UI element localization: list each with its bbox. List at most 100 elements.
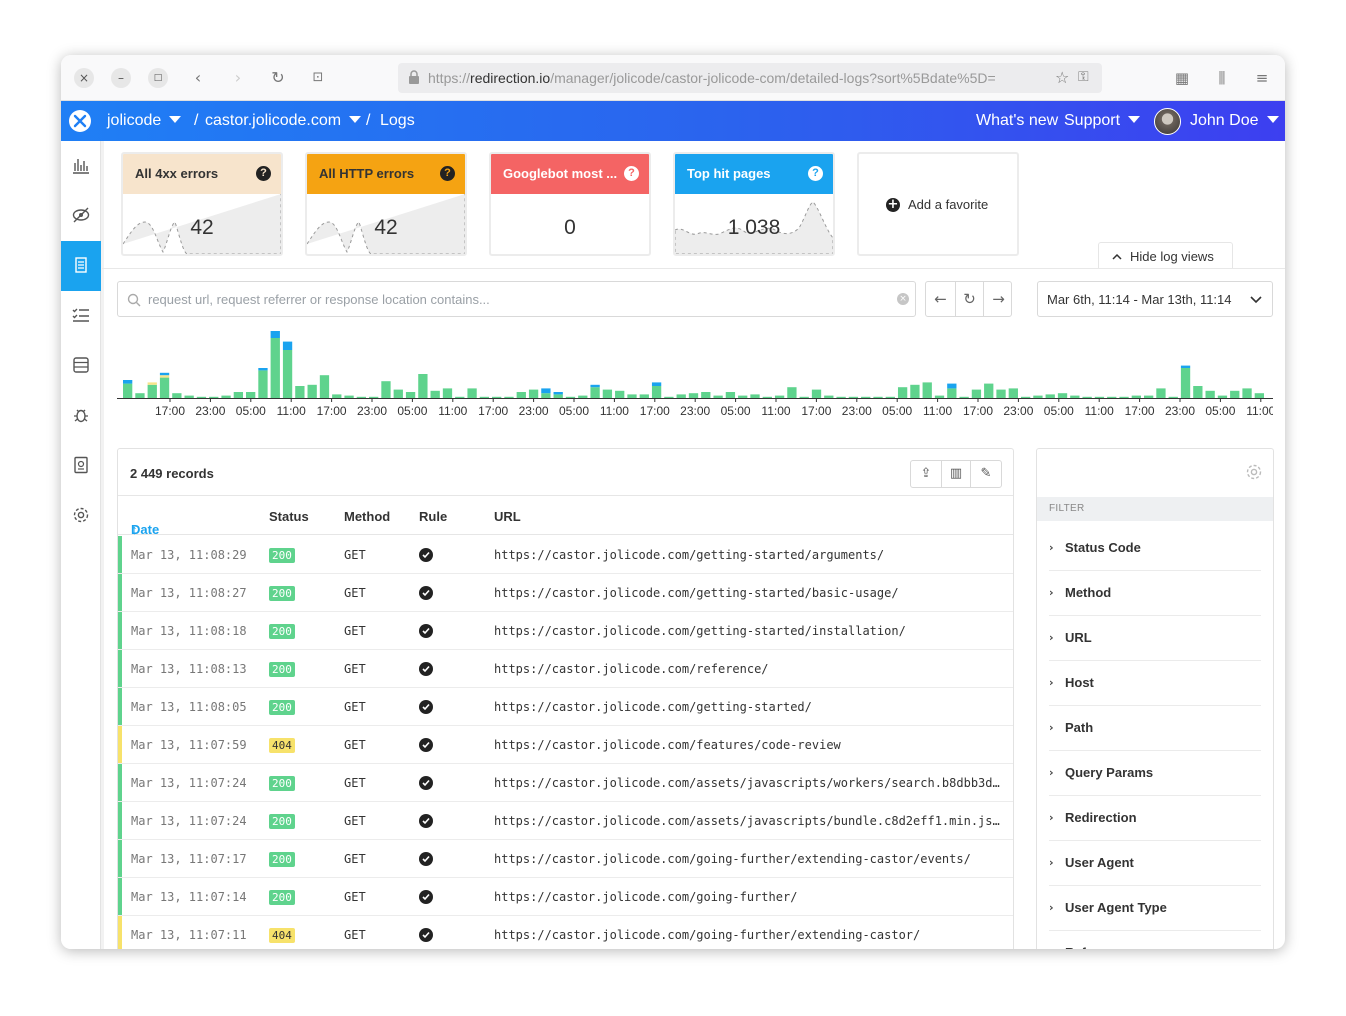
row-url[interactable]: https://castor.jolicode.com/going-furthe… xyxy=(494,890,1004,904)
library-icon[interactable]: ⫼ xyxy=(1211,67,1233,89)
filter-item[interactable]: › User Agent xyxy=(1049,841,1261,886)
filter-item[interactable]: › Redirection xyxy=(1049,796,1261,841)
row-url[interactable]: https://castor.jolicode.com/going-furthe… xyxy=(494,852,1004,866)
rule-column-header[interactable]: Rule xyxy=(419,509,447,524)
url-column-header[interactable]: URL xyxy=(494,509,521,524)
menu-icon[interactable]: ≡ xyxy=(1251,67,1273,89)
filter-item[interactable]: › Method xyxy=(1049,571,1261,616)
table-row[interactable]: Mar 13, 11:08:13 200 GET https://castor.jol… xyxy=(118,650,1013,688)
filter-item[interactable]: › Query Params xyxy=(1049,751,1261,796)
rule-matched-icon xyxy=(419,890,433,904)
filter-item[interactable]: › User Agent Type xyxy=(1049,886,1261,931)
reader-view-icon[interactable]: ⊡ xyxy=(307,67,329,89)
table-row[interactable]: Mar 13, 11:08:05 200 GET https://castor.jol… xyxy=(118,688,1013,726)
status-badge: 200 xyxy=(269,852,295,867)
filter-item[interactable]: › Host xyxy=(1049,661,1261,706)
row-url[interactable]: https://castor.jolicode.com/assets/javas… xyxy=(494,814,1004,828)
histogram-bar-200 xyxy=(1033,395,1043,398)
forward-icon[interactable]: › xyxy=(227,67,249,89)
row-url[interactable]: https://castor.jolicode.com/assets/javas… xyxy=(494,776,1004,790)
whats-new-link[interactable]: What's new xyxy=(976,112,1058,130)
apps-grid-icon[interactable]: ▦ xyxy=(1171,67,1193,89)
key-icon[interactable]: ⚿ xyxy=(1078,69,1089,85)
columns-icon[interactable]: ▥ xyxy=(941,461,971,487)
sidebar-item-reports[interactable] xyxy=(61,441,101,491)
table-row[interactable]: Mar 13, 11:07:11 404 GET https://castor.jol… xyxy=(118,916,1013,949)
sidebar-item-logs[interactable] xyxy=(61,241,101,291)
table-row[interactable]: Mar 13, 11:07:17 200 GET https://castor.jol… xyxy=(118,840,1013,878)
filter-item[interactable]: › URL xyxy=(1049,616,1261,661)
method-column-header[interactable]: Method xyxy=(344,509,390,524)
table-row[interactable]: Mar 13, 11:08:27 200 GET https://castor.jol… xyxy=(118,574,1013,612)
sidebar-item-rules[interactable] xyxy=(61,291,101,341)
address-bar[interactable]: https://redirection.io/manager/jolicode/… xyxy=(398,63,1102,93)
status-indicator-bar xyxy=(118,612,122,649)
org-selector[interactable]: jolicode xyxy=(107,112,182,130)
table-row[interactable]: Mar 13, 11:08:18 200 GET https://castor.jol… xyxy=(118,612,1013,650)
search-input[interactable]: request url, request referrer or respons… xyxy=(117,281,916,317)
help-icon[interactable]: ? xyxy=(624,166,639,181)
reload-icon[interactable]: ↻ xyxy=(267,67,289,89)
filter-item[interactable]: › Path xyxy=(1049,706,1261,751)
sidebar-item-settings[interactable] xyxy=(61,491,101,541)
magic-wand-icon[interactable]: ✎ xyxy=(971,461,1001,487)
redirection-logo[interactable] xyxy=(69,110,91,132)
favorite-card[interactable]: Top hit pages? 1 038 xyxy=(673,152,835,256)
hide-log-views-button[interactable]: Hide log views xyxy=(1098,242,1233,269)
histogram-bar-3xx xyxy=(541,388,551,394)
sidebar-item-instances[interactable] xyxy=(61,341,101,391)
bookmark-star-icon[interactable]: ☆ xyxy=(1055,68,1069,87)
close-window-button[interactable]: × xyxy=(74,68,94,88)
row-url[interactable]: https://castor.jolicode.com/reference/ xyxy=(494,662,1004,676)
export-icon[interactable]: ⇪ xyxy=(911,461,941,487)
favorite-card[interactable]: Googlebot most ...? 0 xyxy=(489,152,651,256)
table-row[interactable]: Mar 13, 11:07:14 200 GET https://castor.jol… xyxy=(118,878,1013,916)
help-icon[interactable]: ? xyxy=(256,166,271,181)
help-icon[interactable]: ? xyxy=(808,166,823,181)
support-menu[interactable]: Support xyxy=(1064,112,1141,130)
status-indicator-bar xyxy=(118,764,122,801)
table-row[interactable]: Mar 13, 11:07:24 200 GET https://castor.jol… xyxy=(118,764,1013,802)
project-selector[interactable]: castor.jolicode.com xyxy=(205,112,362,130)
histogram-bar-200 xyxy=(774,395,785,398)
next-period-icon[interactable]: → xyxy=(984,282,1013,316)
table-row[interactable]: Mar 13, 11:08:29 200 GET https://castor.jol… xyxy=(118,536,1013,574)
gear-icon[interactable] xyxy=(1245,463,1263,481)
row-url[interactable]: https://castor.jolicode.com/features/cod… xyxy=(494,738,1004,752)
row-url[interactable]: https://castor.jolicode.com/going-furthe… xyxy=(494,928,1004,942)
back-icon[interactable]: ‹ xyxy=(187,67,209,89)
sidebar-item-monitoring[interactable] xyxy=(61,391,101,441)
status-indicator-bar xyxy=(118,802,122,839)
sidebar-item-traffic[interactable] xyxy=(61,191,101,241)
minimize-window-button[interactable]: – xyxy=(111,68,131,88)
status-indicator-bar xyxy=(118,574,122,611)
refresh-icon[interactable]: ↻ xyxy=(955,282,984,316)
favorite-card[interactable]: All 4xx errors? 42 xyxy=(121,152,283,256)
table-row[interactable]: Mar 13, 11:07:59 404 GET https://castor.jol… xyxy=(118,726,1013,764)
status-indicator-bar xyxy=(118,688,122,725)
filter-item[interactable]: › Status Code xyxy=(1049,526,1261,571)
sidebar-item-analytics[interactable] xyxy=(61,141,101,191)
filter-item[interactable]: › Referrer xyxy=(1049,931,1261,949)
date-range-select[interactable]: Mar 6th, 11:14 - Mar 13th, 11:14 xyxy=(1037,281,1273,317)
row-url[interactable]: https://castor.jolicode.com/getting-star… xyxy=(494,586,1004,600)
sort-ascending-icon: ↑ xyxy=(131,522,138,537)
maximize-window-button[interactable]: □ xyxy=(148,68,168,88)
favorite-card[interactable]: All HTTP errors? 42 xyxy=(305,152,467,256)
previous-period-icon[interactable]: ← xyxy=(926,282,955,316)
rule-matched-icon xyxy=(419,624,433,638)
chevron-right-icon: › xyxy=(1049,586,1054,599)
help-icon[interactable]: ? xyxy=(440,166,455,181)
row-url[interactable]: https://castor.jolicode.com/getting-star… xyxy=(494,548,1004,562)
status-column-header[interactable]: Status xyxy=(269,509,309,524)
avatar[interactable] xyxy=(1154,108,1181,135)
row-url[interactable]: https://castor.jolicode.com/getting-star… xyxy=(494,624,1004,638)
row-url[interactable]: https://castor.jolicode.com/getting-star… xyxy=(494,700,1004,714)
histogram-bar-200 xyxy=(1230,390,1240,398)
rule-matched-icon xyxy=(419,814,433,828)
add-favorite-button[interactable]: + Add a favorite xyxy=(857,152,1019,256)
bar-chart-icon xyxy=(73,159,89,174)
user-menu[interactable]: John Doe xyxy=(1190,112,1279,130)
table-row[interactable]: Mar 13, 11:07:24 200 GET https://castor.jol… xyxy=(118,802,1013,840)
clear-search-icon[interactable]: × xyxy=(897,293,909,305)
